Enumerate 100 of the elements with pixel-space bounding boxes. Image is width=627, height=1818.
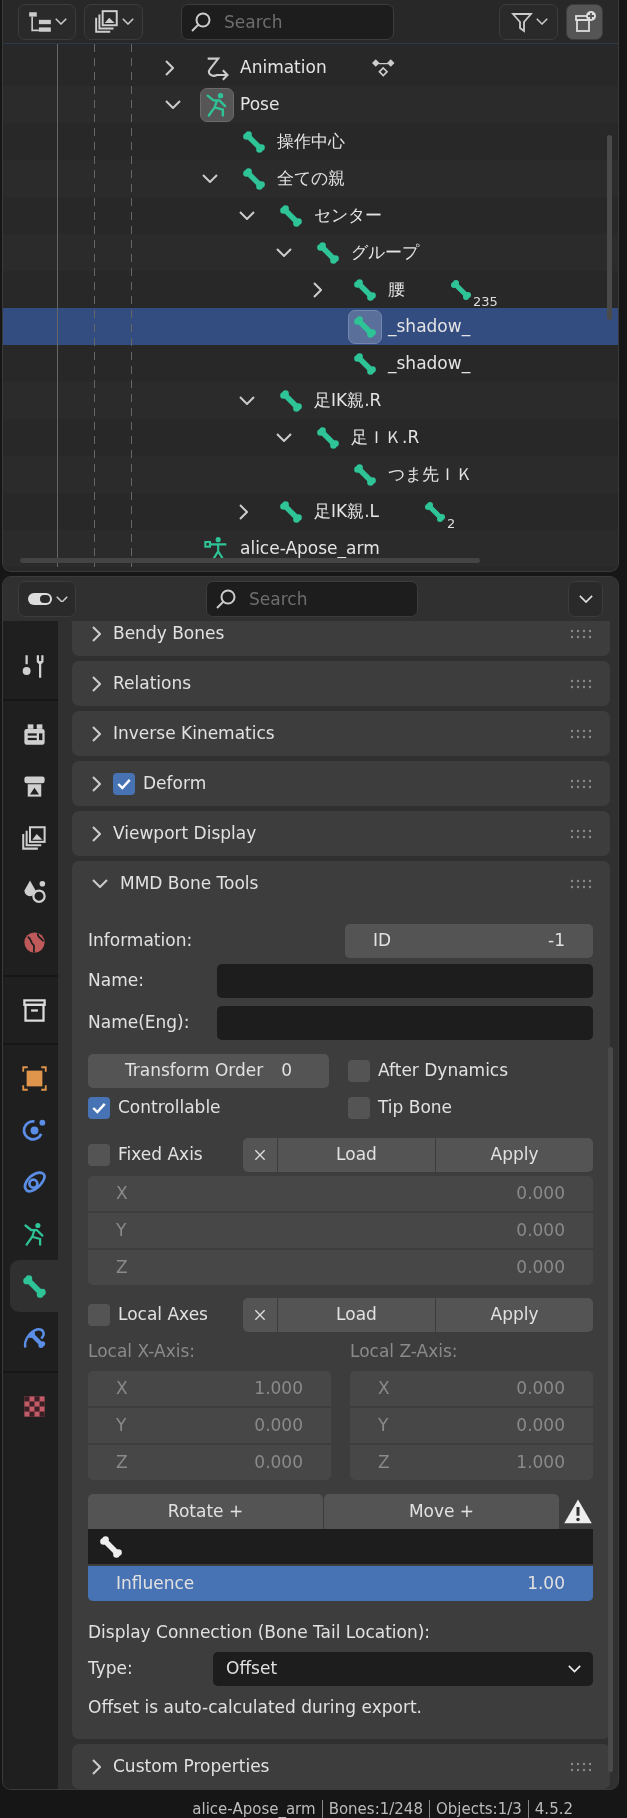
search-icon [214, 587, 238, 611]
axis-value: 0.000 [516, 1218, 565, 1242]
checkbox-label: Local Axes [118, 1303, 208, 1327]
dropdown-value: Offset [226, 1657, 278, 1681]
view-layer-button[interactable] [84, 3, 143, 40]
grip-icon [570, 1760, 594, 1773]
checkbox[interactable] [113, 772, 135, 795]
status-text: Bones:1/248 [321, 1800, 429, 1818]
panel-title: Deform [143, 771, 207, 795]
axis-value: 0.000 [516, 1413, 565, 1437]
button-value: 0 [281, 1059, 293, 1083]
section-label: Local Z-Axis: [350, 1340, 459, 1363]
item-name: 操作中心 [277, 129, 345, 153]
bone-field[interactable] [88, 1529, 593, 1564]
field-label: Name: [88, 969, 144, 993]
field-label: Name(Eng): [88, 1011, 190, 1035]
status-text: Objects:1/3 [428, 1800, 528, 1818]
panel-header[interactable]: Relations [72, 661, 610, 706]
section-label: Local X-Axis: [88, 1340, 197, 1363]
checkbox-label: Fixed Axis [118, 1143, 203, 1167]
scrollbar[interactable] [20, 558, 480, 563]
panel-title: Viewport Display [113, 821, 257, 845]
status-text: 4.5.2 [527, 1800, 579, 1818]
item-name: 足IK親.L [314, 499, 380, 523]
note-text: Offset is auto-calculated during export. [88, 1696, 423, 1719]
slider-value: 1.00 [527, 1571, 565, 1595]
display-mode-button[interactable] [18, 3, 76, 40]
id-field[interactable]: ID -1 [345, 924, 593, 958]
panel-header[interactable]: Deform [72, 761, 610, 806]
properties-tab[interactable] [10, 1260, 58, 1312]
panel-title: MMD Bone Tools [120, 871, 259, 895]
panel-header[interactable]: Custom Properties [72, 1744, 610, 1789]
item-name: _shadow_ [388, 351, 471, 376]
action-button[interactable]: Rotate + [88, 1494, 323, 1529]
bone-icon [352, 350, 378, 377]
grip-icon [570, 827, 594, 840]
bone-icon [352, 461, 378, 488]
action-button[interactable]: Move + [324, 1494, 559, 1529]
clear-button[interactable] [243, 1298, 277, 1332]
field-label: Type: [88, 1657, 134, 1681]
tree-row[interactable]: _shadow_ [3, 308, 618, 345]
text-field[interactable] [217, 1006, 593, 1040]
panel-header[interactable]: Bendy Bones [72, 621, 610, 656]
bone-icon [449, 277, 473, 302]
cube-icon [20, 1064, 48, 1092]
filter-button[interactable] [499, 3, 558, 40]
bone-icon [278, 498, 304, 525]
influence-slider[interactable]: Influence 1.00 [88, 1566, 593, 1601]
caret-icon [568, 1665, 581, 1673]
section-label: Display Connection (Bone Tail Location): [88, 1621, 432, 1644]
checkbox-label: Controllable [118, 1096, 221, 1120]
search-field[interactable]: Search [181, 3, 394, 40]
grip-icon [570, 877, 594, 890]
axis-value: 1.000 [516, 1450, 565, 1474]
field-value: -1 [548, 929, 565, 953]
bone-icon [278, 387, 304, 414]
axis-value: 1.000 [254, 1376, 303, 1400]
search-field[interactable]: Search [206, 581, 418, 617]
new-collection-button[interactable] [566, 3, 603, 40]
item-name: つま先ＩＫ [388, 462, 473, 486]
bone-icon [241, 165, 267, 192]
close-icon [252, 1307, 268, 1323]
apply-button[interactable]: Apply [436, 1298, 593, 1332]
grip-icon [570, 627, 594, 640]
text-field[interactable] [217, 964, 593, 998]
clear-button[interactable] [243, 1138, 277, 1172]
load-button[interactable]: Load [278, 1298, 435, 1332]
axis-label: X [116, 1376, 128, 1400]
item-name: 足ＩＫ.R [351, 425, 420, 449]
transform-order-button[interactable]: Transform Order 0 [88, 1054, 329, 1088]
item-name: 腰 [388, 277, 405, 301]
item-name: グループ [351, 240, 419, 264]
bone-icon [315, 424, 341, 451]
panel-header[interactable]: Viewport Display [72, 811, 610, 856]
axis-label: Y [116, 1218, 127, 1242]
grip-icon [570, 727, 594, 740]
type-dropdown[interactable]: Offset [213, 1652, 593, 1686]
axis-label: X [378, 1376, 390, 1400]
caret-icon [535, 18, 548, 25]
panel-title: Bendy Bones [113, 621, 225, 645]
item-name: センター [314, 203, 382, 227]
child-count: 2 [447, 516, 456, 530]
caret-icon [121, 18, 134, 25]
panel-header[interactable]: MMD Bone Tools [72, 861, 610, 906]
editor-type-button[interactable] [18, 581, 76, 617]
item-name: 全ての親 [277, 166, 345, 190]
child-count: 235 [473, 294, 498, 308]
bone-icon [241, 128, 267, 155]
axis-label: Z [116, 1255, 128, 1279]
scrollbar[interactable] [608, 1047, 613, 1772]
options-dropdown[interactable] [568, 581, 603, 617]
axis-label: X [116, 1181, 128, 1205]
item-name: _shadow_ [388, 314, 471, 339]
slider-label: Influence [116, 1571, 195, 1595]
checkbox[interactable] [88, 1097, 110, 1119]
panel-header[interactable]: Inverse Kinematics [72, 711, 610, 756]
scrollbar[interactable] [607, 135, 612, 320]
checkbox-label: After Dynamics [378, 1059, 509, 1083]
button-label: Transform Order [124, 1059, 264, 1083]
bone-icon [315, 239, 341, 266]
